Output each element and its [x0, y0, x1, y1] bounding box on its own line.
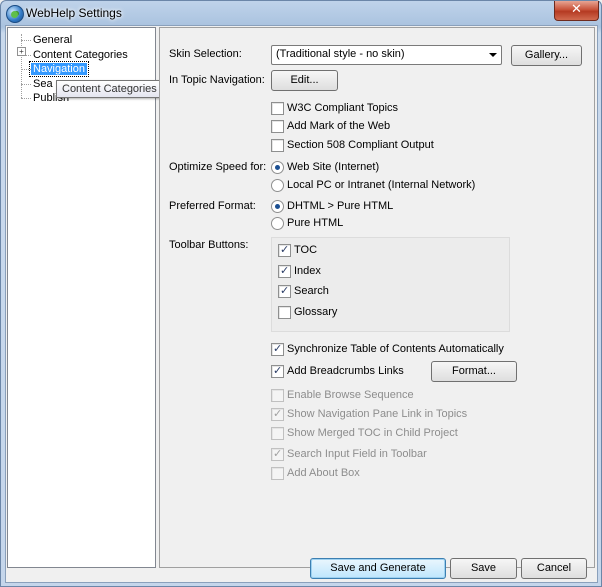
- checkbox-box: [271, 102, 284, 115]
- checkbox-box: [271, 447, 284, 461]
- radio-dot: [271, 161, 284, 174]
- checkbox-box: [271, 120, 284, 133]
- tree-connector: [21, 34, 22, 98]
- tree-tooltip: Content Categories: [56, 80, 163, 98]
- close-button[interactable]: ✕: [554, 1, 599, 21]
- tree-connector: [21, 40, 31, 41]
- radio-label: DHTML > Pure HTML: [287, 200, 394, 212]
- checkbox-box: [271, 342, 284, 356]
- checkbox-box: [271, 364, 284, 378]
- webhelp-app-icon: [6, 5, 24, 23]
- checkbox-label: Search: [294, 285, 329, 297]
- checkbox-label: Enable Browse Sequence: [287, 389, 414, 401]
- edit-in-topic-button[interactable]: Edit...: [271, 70, 338, 91]
- tree-connector: [21, 84, 31, 85]
- checkbox-box: [271, 427, 284, 440]
- checkbox-label: Search Input Field in Toolbar: [287, 448, 427, 460]
- radio-dot: [271, 179, 284, 192]
- checkbox-box: [271, 407, 284, 421]
- gallery-button[interactable]: Gallery...: [511, 45, 582, 66]
- checkbox-label: Show Merged TOC in Child Project: [287, 427, 458, 439]
- tree-item-navigation[interactable]: Navigation: [29, 61, 89, 77]
- checkbox-label: TOC: [294, 244, 318, 256]
- checkbox-label: Index: [294, 265, 321, 277]
- tree-item-search[interactable]: Sea: [33, 77, 53, 91]
- dialog-window: WebHelp Settings ✕ + General Content Cat…: [0, 0, 602, 587]
- radio-dot: [271, 217, 284, 230]
- radio-dot: [271, 200, 284, 213]
- radio-label: Pure HTML: [287, 217, 344, 229]
- dropdown-arrow-icon: [489, 53, 497, 57]
- settings-tree: + General Content Categories Navigation …: [7, 27, 163, 568]
- save-button[interactable]: Save: [450, 558, 517, 579]
- toolbar-buttons-label: Toolbar Buttons:: [169, 239, 249, 251]
- optimize-speed-label: Optimize Speed for:: [169, 161, 267, 173]
- checkbox-label: Glossary: [294, 306, 338, 318]
- skin-selection-label: Skin Selection:: [169, 48, 242, 60]
- checkbox-label: Section 508 Compliant Output: [287, 139, 434, 151]
- checkbox-box: [271, 389, 284, 402]
- tree-connector: [21, 98, 31, 99]
- skin-selection-value: (Traditional style - no skin): [276, 48, 405, 60]
- checkbox-box: [278, 264, 291, 278]
- dialog-client-area: + General Content Categories Navigation …: [5, 25, 598, 583]
- checkbox-label: W3C Compliant Topics: [287, 102, 399, 114]
- toolbar-buttons-list: TOC Index Search Glossary: [271, 237, 510, 332]
- checkbox-box: [271, 467, 284, 480]
- checkbox-box: [278, 284, 291, 298]
- radio-label: Local PC or Intranet (Internal Network): [287, 179, 476, 191]
- checkbox-label: Add Breadcrumbs Links: [287, 365, 404, 377]
- cancel-button[interactable]: Cancel: [521, 558, 587, 579]
- expand-plus-icon[interactable]: +: [17, 47, 26, 56]
- tree-item-content-categories[interactable]: Content Categories: [33, 48, 128, 62]
- tree-item-general[interactable]: General: [33, 33, 72, 47]
- checkbox-box: [278, 243, 291, 257]
- radio-label: Web Site (Internet): [287, 161, 380, 173]
- in-topic-navigation-label: In Topic Navigation:: [169, 74, 265, 86]
- checkbox-box: [278, 306, 291, 319]
- breadcrumbs-format-button[interactable]: Format...: [431, 361, 517, 382]
- title-bar[interactable]: WebHelp Settings ✕: [1, 1, 601, 25]
- skin-selection-dropdown[interactable]: (Traditional style - no skin): [271, 45, 502, 65]
- preferred-format-label: Preferred Format:: [169, 200, 256, 212]
- checkbox-label: Add Mark of the Web: [287, 120, 391, 132]
- navigation-settings-panel: Skin Selection: (Traditional style - no …: [159, 27, 595, 568]
- window-title: WebHelp Settings: [26, 6, 122, 20]
- checkbox-label: Show Navigation Pane Link in Topics: [287, 408, 468, 420]
- tree-connector: [21, 69, 31, 70]
- tree-item-navigation-label: Navigation: [29, 61, 89, 77]
- checkbox-label: Add About Box: [287, 467, 360, 479]
- save-and-generate-button[interactable]: Save and Generate: [310, 558, 446, 579]
- checkbox-box: [271, 139, 284, 152]
- checkbox-label: Synchronize Table of Contents Automatica…: [287, 343, 504, 355]
